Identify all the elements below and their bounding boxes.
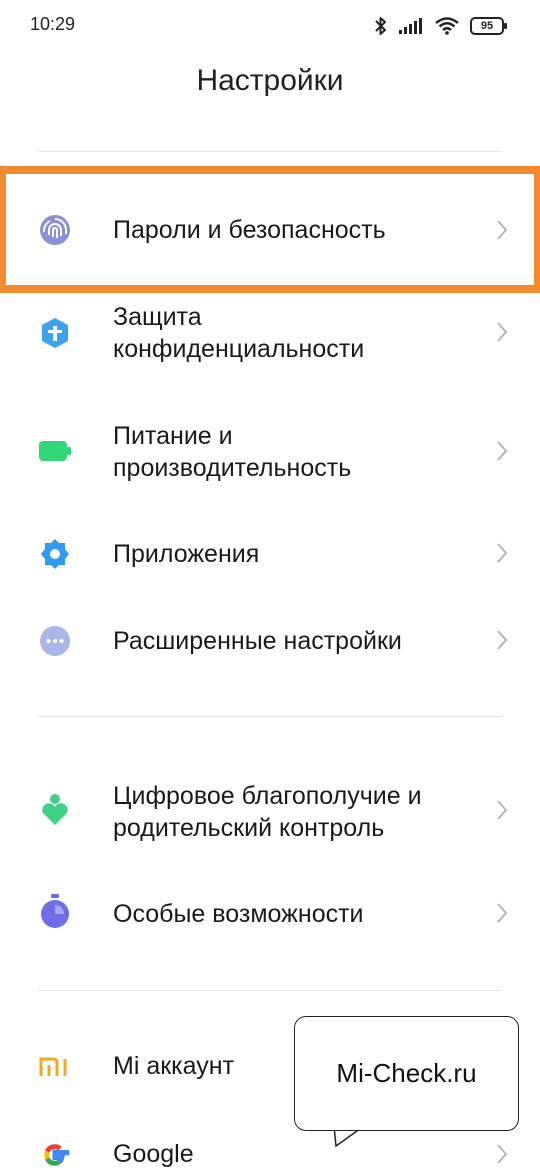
- settings-item-label: Цифровое благополучие и родительский кон…: [113, 782, 422, 842]
- chevron-right-icon: [497, 322, 508, 342]
- battery-icon: [38, 434, 72, 468]
- gear-icon: [38, 537, 72, 571]
- settings-item-label: Особые возможности: [113, 900, 364, 928]
- watermark-text: Mi-Check.ru: [336, 1058, 477, 1088]
- divider: [38, 990, 502, 991]
- status-icons: 95: [374, 12, 507, 40]
- chevron-right-icon: [497, 220, 508, 240]
- bluetooth-icon: [375, 17, 386, 35]
- settings-item-privacy[interactable]: Защита конфиденциальности: [0, 293, 540, 373]
- watermark-bubble: Mi-Check.ru: [294, 1016, 519, 1131]
- wifi-icon: [435, 17, 459, 35]
- page-title: Настройки: [196, 64, 344, 97]
- settings-item-accessibility[interactable]: Особые возможности: [0, 874, 540, 954]
- settings-item-label: Google: [113, 1140, 194, 1168]
- divider: [38, 716, 502, 717]
- settings-item-passwords-security[interactable]: Пароли и безопасность: [0, 170, 540, 290]
- chevron-right-icon: [497, 800, 508, 820]
- chevron-right-icon: [497, 630, 508, 650]
- settings-item-advanced[interactable]: Расширенные настройки: [0, 601, 540, 681]
- settings-item-label: Пароли и безопасность: [113, 216, 386, 244]
- signal-icon: [399, 18, 422, 34]
- status-bar: 10:29 95: [0, 0, 540, 52]
- settings-item-label: Mi аккаунт: [113, 1052, 235, 1080]
- chevron-right-icon: [497, 441, 508, 461]
- privacy-shield-icon: [38, 316, 72, 350]
- settings-item-label: Защита конфиденциальности: [113, 303, 365, 363]
- accessibility-icon: [38, 894, 72, 928]
- battery-indicator: 95: [470, 17, 507, 35]
- fingerprint-icon: [38, 213, 72, 247]
- chevron-right-icon: [497, 903, 508, 923]
- chevron-right-icon: [497, 543, 508, 563]
- google-icon: [38, 1138, 72, 1170]
- settings-item-power[interactable]: Питание и производительность: [0, 412, 540, 492]
- divider: [38, 151, 502, 152]
- mi-icon: [38, 1050, 72, 1084]
- chevron-right-icon: [497, 1144, 508, 1164]
- battery-level: 95: [480, 20, 494, 32]
- settings-item-label: Питание и производительность: [113, 422, 352, 482]
- settings-item-digital-wellbeing[interactable]: Цифровое благополучие и родительский кон…: [0, 772, 540, 852]
- settings-item-label: Расширенные настройки: [113, 627, 402, 655]
- more-dots-icon: [38, 624, 72, 658]
- settings-item-apps[interactable]: Приложения: [0, 514, 540, 594]
- status-time: 10:29: [30, 14, 76, 34]
- settings-item-label: Приложения: [113, 540, 260, 568]
- wellbeing-icon: [38, 793, 72, 827]
